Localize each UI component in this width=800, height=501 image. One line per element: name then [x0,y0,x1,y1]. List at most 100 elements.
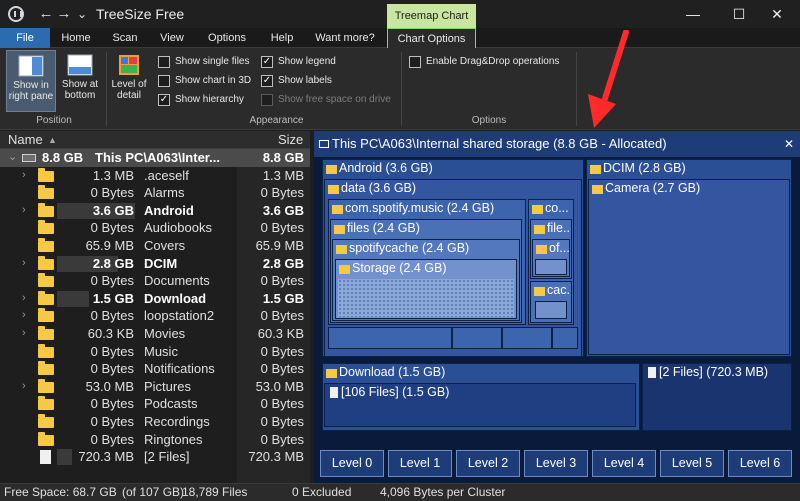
tree-row[interactable]: › 1.3 MB .aceself 1.3 MB [0,167,310,185]
treemap-label-co: co... [545,201,569,215]
show-at-bottom-button[interactable]: Show at bottom [58,50,102,112]
tree-row[interactable]: 720.3 MB [2 Files] 720.3 MB [0,448,310,466]
treemap-node-small[interactable] [552,327,578,349]
annotation-arrow-icon [588,30,629,128]
level-6-button[interactable]: Level 6 [728,450,792,477]
show-chart-3d-checkbox[interactable]: Show chart in 3D [158,73,251,89]
show-free-space-checkbox-box [261,94,273,106]
level-2-button[interactable]: Level 2 [456,450,520,477]
row-size-column: 0 Bytes [260,308,304,324]
tab-file[interactable]: File [0,28,50,48]
tree-row[interactable]: 0 Bytes Documents 0 Bytes [0,272,310,290]
row-name: Music [144,343,178,359]
tab-home[interactable]: Home [52,28,100,48]
tab-view[interactable]: View [150,28,194,48]
status-bar: Free Space: 68.7 GB (of 107 GB) 18,789 F… [0,483,800,501]
navigation-dropdown-button[interactable]: ⌄ [72,4,92,24]
treemap-node-small[interactable] [502,327,552,349]
treemap-node-small[interactable] [452,327,502,349]
show-legend-checkbox[interactable]: ✓ Show legend [261,54,336,70]
directory-tree[interactable]: Name ▲ Size ⌄ 8.8 GB This PC\A063\Inter...… [0,131,310,483]
show-labels-checkbox[interactable]: ✓ Show labels [261,73,332,89]
tree-root-row[interactable]: ⌄ 8.8 GB This PC\A063\Inter... 8.8 GB [0,149,310,167]
treemap-label-data: data (3.6 GB) [341,181,417,195]
status-excluded: 0 Excluded [292,485,352,499]
row-size-column: 0 Bytes [260,343,304,359]
close-treemap-icon[interactable]: ✕ [784,131,794,157]
folder-icon [38,167,54,182]
level-0-button[interactable]: Level 0 [320,450,384,477]
tab-scan[interactable]: Scan [102,28,148,48]
status-total-space: (of 107 GB) [122,485,185,499]
appearance-group-label: Appearance [249,115,304,126]
position-group-label: Position [36,115,72,126]
row-name: Download [144,290,207,306]
status-cluster-size: 4,096 Bytes per Cluster [380,485,506,499]
show-chart-3d-checkbox-box [158,75,170,87]
level-1-button[interactable]: Level 1 [388,450,452,477]
row-size-column: 60.3 KB [257,326,304,341]
show-in-right-pane-button[interactable]: Show in right pane [6,50,56,112]
tree-row[interactable]: › 53.0 MB Pictures 53.0 MB [0,378,310,396]
expand-chevron-icon[interactable]: › [22,378,26,396]
minimize-button[interactable]: — [670,0,716,28]
row-name: Covers [144,238,186,253]
tree-row[interactable]: 0 Bytes Notifications 0 Bytes [0,360,310,378]
tree-row[interactable]: 0 Bytes Audiobooks 0 Bytes [0,219,310,237]
row-size: 0 Bytes [90,431,134,447]
expand-chevron-icon[interactable]: › [22,325,26,343]
tab-options[interactable]: Options [198,28,256,48]
row-size: 60.3 KB [87,326,134,341]
level-4-button[interactable]: Level 4 [592,450,656,477]
folder-icon [536,245,547,254]
treemap-node-cac-inner[interactable] [535,301,567,319]
folder-icon [38,326,54,340]
row-name: Pictures [144,378,191,394]
row-size: 0 Bytes [90,396,134,412]
collapse-chevron-icon[interactable]: ⌄ [8,149,17,167]
tab-want-more[interactable]: Want more? [306,28,384,48]
level-3-button[interactable]: Level 3 [524,450,588,477]
tree-row[interactable]: › 60.3 KB Movies 60.3 KB [0,325,310,343]
drag-drop-checkbox[interactable]: Enable Drag&Drop operations [409,54,559,70]
tree-row[interactable]: › 1.5 GB Download 1.5 GB [0,290,310,308]
tree-row[interactable]: › 2.8 GB DCIM 2.8 GB [0,255,310,273]
expand-chevron-icon[interactable]: › [22,167,26,185]
tree-row[interactable]: › 3.6 GB Android 3.6 GB [0,202,310,220]
tab-help[interactable]: Help [260,28,304,48]
treemap-node-download-files[interactable]: [106 Files] (1.5 GB) [324,383,636,427]
tree-row[interactable]: › 0 Bytes loopstation2 0 Bytes [0,307,310,325]
close-button[interactable]: ✕ [754,0,800,28]
size-column-header[interactable]: Size [278,132,303,147]
level-of-detail-button[interactable]: Level of detail [108,50,150,112]
name-column-header[interactable]: Name [8,132,43,147]
show-free-space-label: Show free space on drive [278,94,391,105]
tree-row[interactable]: 65.9 MB Covers 65.9 MB [0,237,310,255]
row-size-column: 0 Bytes [260,361,304,377]
folder-icon [334,225,345,234]
level-5-button[interactable]: Level 5 [660,450,724,477]
drive-icon [22,154,36,162]
tree-row[interactable]: 0 Bytes Recordings 0 Bytes [0,413,310,431]
tree-row[interactable]: 0 Bytes Alarms 0 Bytes [0,184,310,202]
back-button[interactable]: ← [36,4,56,24]
row-size: 3.6 GB [92,202,134,218]
tree-row[interactable]: 0 Bytes Podcasts 0 Bytes [0,395,310,413]
expand-chevron-icon[interactable]: › [22,255,26,273]
treemap-chart[interactable]: This PC\A063\Internal shared storage (8.… [314,131,800,483]
tree-row[interactable]: 0 Bytes Ringtones 0 Bytes [0,431,310,449]
tree-row[interactable]: 0 Bytes Music 0 Bytes [0,343,310,361]
expand-chevron-icon[interactable]: › [22,202,26,220]
treemap-node-small[interactable] [328,327,452,349]
forward-button[interactable]: → [54,4,74,24]
treemap-files-cluster [338,279,514,317]
show-single-files-checkbox[interactable]: Show single files [158,54,249,70]
show-hierarchy-checkbox[interactable]: ✓ Show hierarchy [158,92,244,108]
expand-chevron-icon[interactable]: › [22,290,26,308]
show-free-space-checkbox[interactable]: Show free space on drive [261,92,391,108]
tab-chart-options[interactable]: Chart Options [387,28,476,48]
treemap-node-root-files[interactable]: [2 Files] (720.3 MB) [642,363,792,431]
treemap-node-camera[interactable]: Camera (2.7 GB) [588,179,790,355]
treemap-node-of-inner[interactable] [535,259,567,275]
expand-chevron-icon[interactable]: › [22,307,26,325]
